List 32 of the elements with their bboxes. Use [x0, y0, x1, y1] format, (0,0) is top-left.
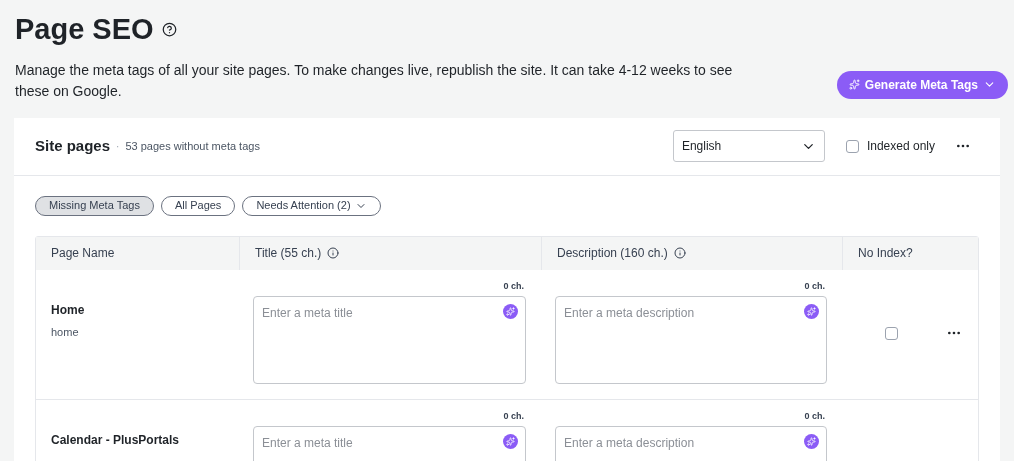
column-header: Page Name	[51, 245, 115, 262]
column-header: Title (55 ch.)	[255, 245, 322, 262]
card-title: Site pages	[35, 135, 111, 156]
sparkle-icon	[848, 79, 860, 90]
character-count: 0 ch.	[804, 409, 825, 423]
page-name: Calendar - PlusPortals	[51, 431, 181, 449]
card-subtitle: 53 pages without meta tags	[125, 138, 260, 154]
indexed-only-label: Indexed only	[866, 138, 935, 155]
page-slug: home	[51, 324, 80, 340]
character-count: 0 ch.	[503, 279, 524, 293]
language-dropdown[interactable]: English	[672, 130, 825, 162]
help-icon[interactable]	[161, 22, 177, 38]
meta-field[interactable]: Enter a meta description	[555, 426, 827, 461]
filter-chip[interactable]: All Pages	[160, 195, 236, 216]
meta-field[interactable]: Enter a meta title	[253, 296, 526, 384]
meta-field[interactable]: Enter a meta description	[555, 296, 827, 384]
column-header: No Index?	[858, 245, 913, 262]
generate-meta-tags-button[interactable]: Generate Meta Tags	[836, 70, 1008, 99]
no-index-checkbox[interactable]	[885, 326, 898, 340]
page-title: Page SEO	[15, 12, 154, 47]
page-description: Manage the meta tags of all your site pages. To make changes live, republish the site. It can take 4-12 weeks to see these on Google.	[15, 60, 734, 101]
filter-chip[interactable]: Needs Attention (2)	[242, 195, 381, 216]
separator-dot: ·	[116, 139, 120, 154]
meta-field[interactable]: Enter a meta title	[253, 426, 526, 461]
info-icon[interactable]	[673, 247, 686, 259]
column-header: Description (160 ch.)	[557, 245, 668, 262]
page-name: Home	[51, 301, 86, 319]
filter-chip[interactable]: Missing Meta Tags	[35, 195, 154, 216]
character-count: 0 ch.	[804, 279, 825, 293]
indexed-only-checkbox[interactable]	[845, 139, 859, 153]
character-count: 0 ch.	[503, 409, 524, 423]
info-icon[interactable]	[327, 247, 340, 259]
